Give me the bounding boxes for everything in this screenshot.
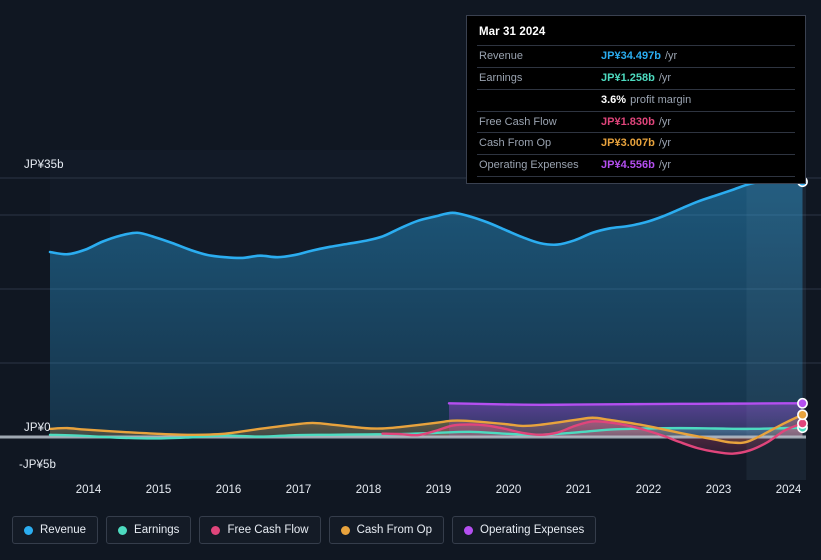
tooltip-row-value: JP¥1.258b (601, 71, 655, 84)
tooltip-row-label: Free Cash Flow (479, 115, 557, 128)
y-axis-label-top: JP¥35b (24, 159, 64, 171)
endpoint-marker-operating-expenses (797, 397, 808, 409)
x-axis-tick-2023: 2023 (705, 484, 732, 496)
x-axis-tick-2024: 2024 (775, 484, 802, 496)
x-axis-tick-2019: 2019 (425, 484, 452, 496)
selected-period-band (746, 150, 806, 480)
tooltip-row: Cash From Op JP¥3.007b/yr (477, 132, 795, 154)
tooltip-row-value: JP¥1.830b (601, 115, 655, 128)
legend-color-dot-icon (118, 525, 128, 535)
line-operating-expenses (447, 402, 804, 407)
chart-svg (0, 150, 821, 480)
tooltip-row-label: Cash From Op (479, 137, 552, 150)
financial-chart-page: JP¥35b JP¥0 -JP¥5b 2014 2015 2016 2017 2018 2… (0, 0, 821, 560)
legend-item-cash-from-op[interactable]: Cash From Op (328, 516, 445, 544)
legend-color-dot-icon (211, 525, 221, 535)
tooltip-row-value: JP¥3.007b (601, 137, 655, 150)
tooltip-row-suffix: /yr (664, 50, 678, 62)
legend-item-operating-expenses[interactable]: Operating Expenses (452, 516, 597, 544)
x-axis-tick-2018: 2018 (355, 484, 382, 496)
x-axis-tick-2020: 2020 (495, 484, 522, 496)
tooltip-row-label: Revenue (479, 50, 524, 62)
y-axis-label-bottom: -JP¥5b (19, 459, 57, 471)
x-axis-tick-2016: 2016 (215, 484, 242, 496)
x-axis-tick-2017: 2017 (285, 484, 312, 496)
tooltip-row-suffix: /yr (658, 137, 672, 150)
chart-legend: Revenue Earnings Free Cash Flow Cash From O… (12, 516, 597, 544)
tooltip-row-label: Operating Expenses (479, 159, 579, 172)
tooltip-row: Free Cash Flow JP¥1.830b/yr (477, 110, 795, 133)
tooltip-row: Operating Expenses JP¥4.556b/yr (477, 154, 795, 178)
tooltip-row-suffix: /yr (658, 159, 672, 172)
legend-item-label: Operating Expenses (480, 524, 585, 536)
x-axis-tick-2015: 2015 (145, 484, 172, 496)
legend-item-label: Cash From Op (356, 524, 433, 536)
legend-item-label: Earnings (134, 524, 180, 536)
data-tooltip: Mar 31 2024 Revenue JP¥34.497b/yr Earnings… (466, 15, 806, 185)
x-axis-tick-2021: 2021 (565, 484, 592, 496)
legend-color-dot-icon (24, 525, 33, 535)
legend-item-label: Free Cash Flow (227, 524, 309, 536)
y-axis-label-zero: JP¥0 (24, 422, 51, 434)
legend-item-earnings[interactable]: Earnings (106, 516, 192, 544)
tooltip-row-label: Earnings (479, 71, 523, 84)
x-axis-tick-2022: 2022 (635, 484, 662, 496)
legend-color-dot-icon (464, 525, 474, 535)
tooltip-row-suffix: /yr (658, 115, 672, 128)
endpoint-marker-cash-from-op (797, 409, 808, 421)
legend-color-dot-icon (340, 525, 350, 535)
legend-item-label: Revenue (40, 524, 87, 536)
tooltip-row: 3.6% profit margin (477, 88, 795, 111)
x-axis: 2014 2015 2016 2017 2018 2019 2020 2021 2022 2023… (0, 480, 821, 506)
endpoint-marker-free-cash-flow (797, 418, 808, 429)
tooltip-row: Earnings JP¥1.258b/yr (477, 66, 795, 89)
tooltip-row: Revenue JP¥34.497b/yr (477, 45, 795, 67)
tooltip-date: Mar 31 2024 (479, 26, 546, 38)
tooltip-row-value: JP¥34.497b (601, 50, 661, 62)
tooltip-row-suffix: profit margin (630, 93, 692, 106)
tooltip-rows: Revenue JP¥34.497b/yr Earnings JP¥1.258b/yr… (477, 45, 795, 178)
tooltip-row-value: 3.6% (601, 93, 627, 106)
x-axis-tick-2014: 2014 (75, 484, 102, 496)
tooltip-row-suffix: /yr (658, 71, 672, 84)
chart-plot-area (0, 150, 821, 480)
legend-item-revenue[interactable]: Revenue (12, 516, 99, 544)
legend-item-free-cash-flow[interactable]: Free Cash Flow (199, 516, 321, 544)
tooltip-row-value: JP¥4.556b (601, 159, 655, 172)
